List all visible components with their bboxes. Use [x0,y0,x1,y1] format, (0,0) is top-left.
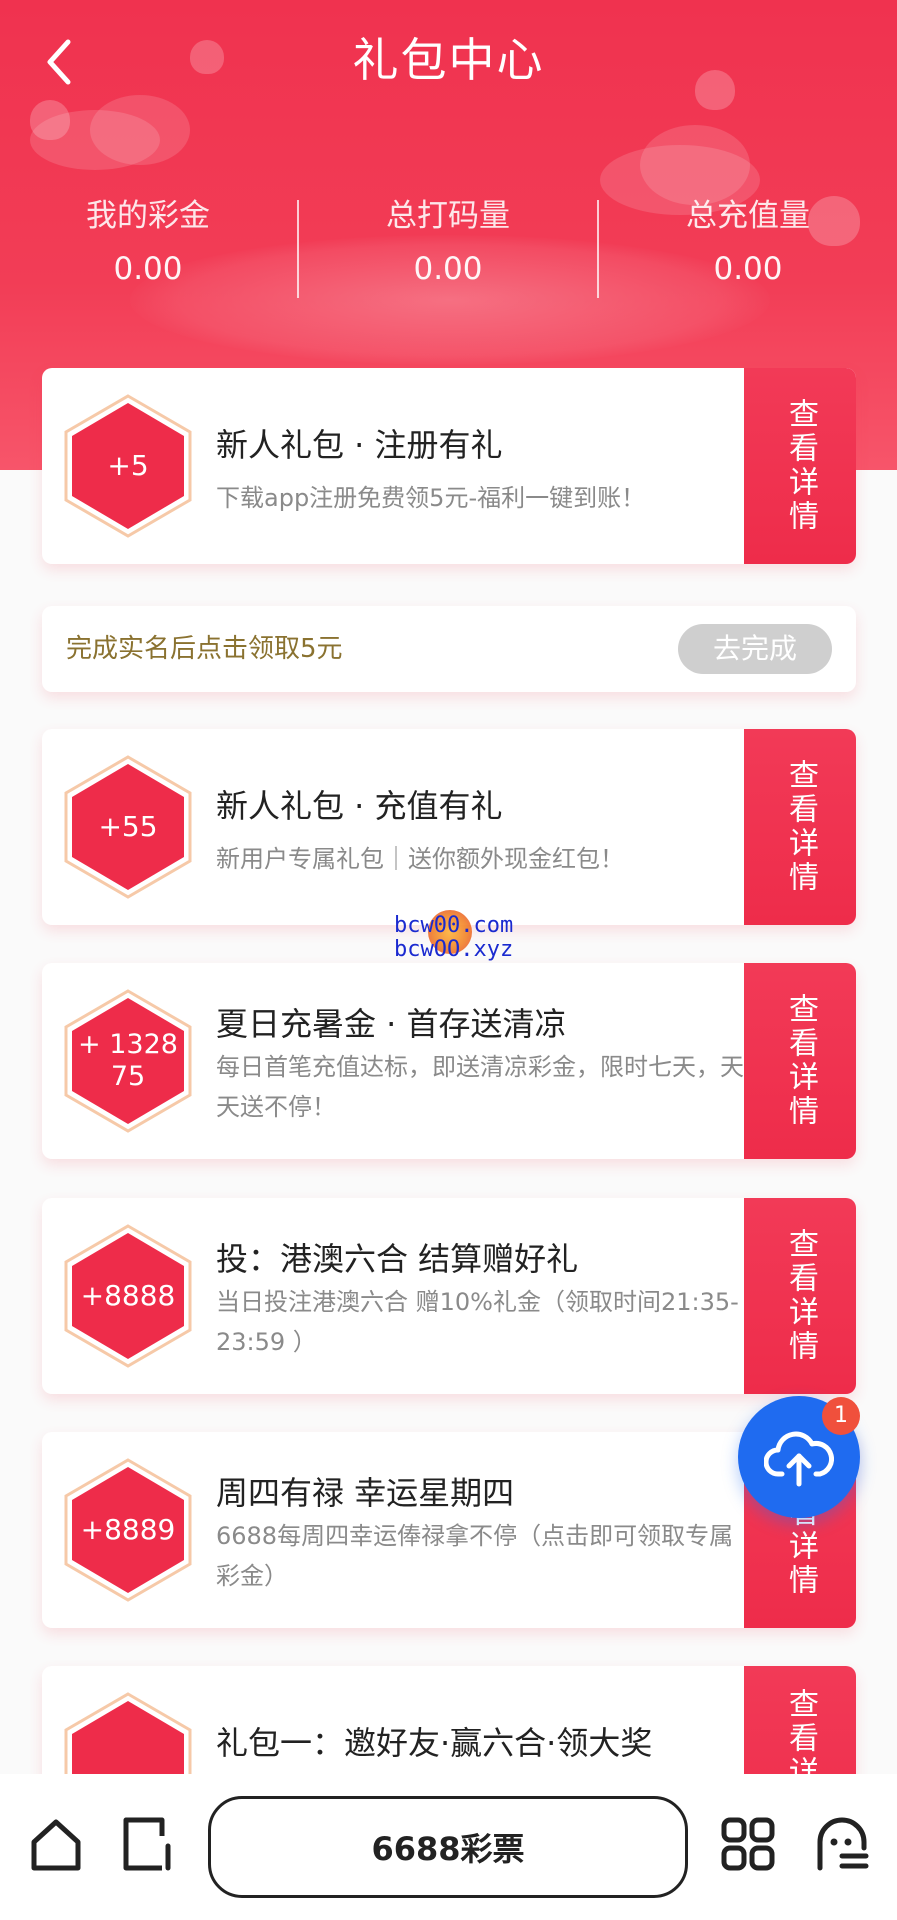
divider [597,200,599,298]
stat-label: 我的彩金 [86,198,210,234]
gift-amount: + 1328 75 [64,989,192,1133]
gift-amount: +55 [98,810,158,844]
gift-title: 新人礼包 · 注册有礼 [216,426,503,464]
stat-total-deposit: 总充值量 0.00 [628,190,868,287]
gift-center-page: 礼包中心 我的彩金 0.00 总打码量 0.00 总充值量 0.00 +5 新人… [0,0,897,1920]
view-details-button[interactable]: 查看详情 [744,963,856,1159]
menu-button[interactable] [812,1814,872,1874]
site-name-button[interactable]: 6688彩票 [208,1796,688,1898]
notification-badge: 1 [822,1397,860,1435]
divider [297,200,299,298]
hexagon-badge: +5 [64,394,192,538]
gift-amount: +5 [107,449,149,483]
gift-desc: 6688每周四幸运俸禄拿不停（点击即可领取专属彩金） [216,1522,734,1590]
gift-amount: +8888 [80,1279,176,1313]
gift-card-summer[interactable]: + 1328 75 夏日充暑金 · 首存送清凉 每日首笔充值达标，即送清凉彩金，… [42,963,856,1159]
view-details-label: 查看详情 [783,398,818,534]
tab-switch-icon [123,1817,171,1871]
watermark-line: bcw00.com [394,913,514,938]
page-title: 礼包中心 [352,33,545,87]
view-details-button[interactable]: 查看详情 [744,368,856,564]
watermark-line: bcwOO.xyz [394,937,514,962]
cloud-decoration [90,95,190,165]
gift-card-thursday[interactable]: +8889 周四有禄 幸运星期四 6688每周四幸运俸禄拿不停（点击即可领取专属… [42,1432,856,1628]
gift-title: 礼包一：邀好友·赢六合·领大奖 [216,1724,653,1762]
real-name-task: 完成实名后点击领取5元 去完成 [42,606,856,692]
gift-card-deposit[interactable]: +55 新人礼包 · 充值有礼 新用户专属礼包｜送你额外现金红包！ 查看详情 [42,729,856,925]
view-details-label: 查看详情 [783,1228,818,1364]
bottom-navigation: 6688彩票 [0,1774,897,1920]
hexagon-badge: + 1328 75 [64,989,192,1133]
home-button[interactable] [26,1814,86,1874]
watermark: bcw00.com bcwOO.xyz [394,914,513,962]
view-details-label: 查看详情 [783,993,818,1129]
gift-title: 周四有禄 幸运星期四 [216,1474,515,1512]
gift-title: 夏日充暑金 · 首存送清凉 [216,1005,567,1043]
gift-title: 新人礼包 · 充值有礼 [216,787,503,825]
stat-label: 总充值量 [686,198,810,234]
stat-value: 0.00 [413,251,483,287]
stat-value: 0.00 [713,251,783,287]
stat-my-bonus: 我的彩金 0.00 [28,190,268,287]
stat-value: 0.00 [113,251,183,287]
tabs-button[interactable] [118,1814,178,1874]
gift-desc: 下载app注册免费领5元-福利一键到账！ [216,484,646,512]
apps-button[interactable] [718,1814,778,1874]
view-details-button[interactable]: 查看详情 [744,1198,856,1394]
gift-desc: 当日投注港澳六合 赠10%礼金（领取时间21:35-23:59 ） [216,1288,739,1356]
stat-label: 总打码量 [386,198,510,234]
apps-grid-icon [721,1817,775,1871]
stats-row: 我的彩金 0.00 总打码量 0.00 总充值量 0.00 [0,190,897,300]
complete-button[interactable]: 去完成 [678,624,832,674]
gift-card-lottery[interactable]: +8888 投：港澳六合 结算赠好礼 当日投注港澳六合 赠10%礼金（领取时间2… [42,1198,856,1394]
home-icon [31,1819,81,1871]
gift-desc: 每日首笔充值达标，即送清凉彩金，限时七天，天天送不停！ [216,1053,744,1121]
money-bag-icon [30,100,70,140]
task-text: 完成实名后点击领取5元 [66,634,343,664]
stat-total-bets: 总打码量 0.00 [328,190,568,287]
ghost-menu-icon [817,1817,869,1871]
view-details-label: 查看详情 [783,759,818,895]
cloud-upload-icon [764,1431,834,1487]
gift-card-register[interactable]: +5 新人礼包 · 注册有礼 下载app注册免费领5元-福利一键到账！ 查看详情 [42,368,856,564]
gift-amount-line: + 1328 [78,1028,178,1060]
gift-title: 投：港澳六合 结算赠好礼 [216,1240,579,1278]
view-details-button[interactable]: 查看详情 [744,729,856,925]
hexagon-badge: +8888 [64,1224,192,1368]
gift-amount-line: 75 [110,1061,146,1092]
gift-desc: 新用户专属礼包｜送你额外现金红包！ [216,845,624,873]
hexagon-badge: +8889 [64,1458,192,1602]
gift-amount: +8889 [80,1513,176,1547]
hexagon-badge: +55 [64,755,192,899]
